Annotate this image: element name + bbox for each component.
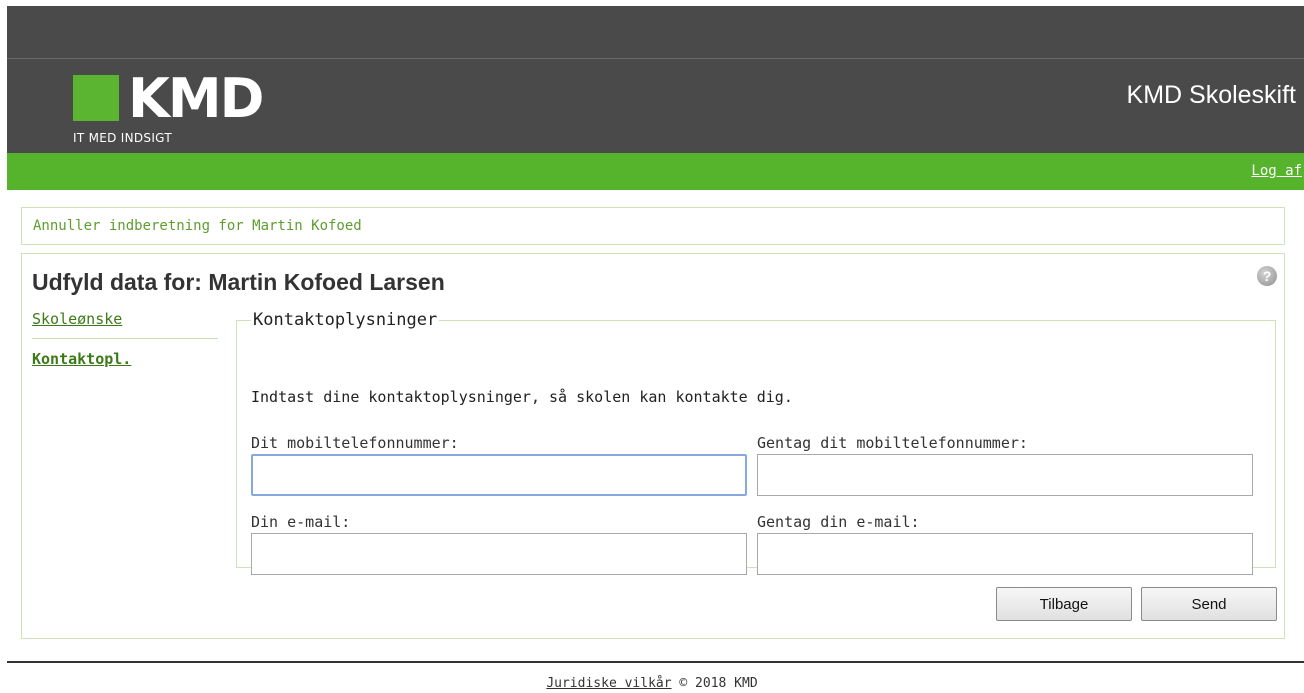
- cancel-report-link[interactable]: Annuller indberetning for Martin Kofoed: [33, 218, 362, 234]
- logo-tagline: IT MED INDSIGT: [73, 131, 172, 145]
- mobile-field-group: Dit mobiltelefonnummer:: [251, 434, 747, 496]
- copyright-text: © 2018 KMD: [679, 676, 758, 691]
- back-button[interactable]: Tilbage: [996, 587, 1132, 621]
- mobile-repeat-field-group: Gentag dit mobiltelefonnummer:: [757, 434, 1253, 496]
- user-bar: Log af: [7, 153, 1304, 190]
- send-button[interactable]: Send: [1141, 587, 1277, 621]
- main-panel: Udfyld data for: Martin Kofoed Larsen ? …: [21, 253, 1285, 639]
- email-label: Din e-mail:: [251, 513, 351, 531]
- app-title: KMD Skoleskift: [1126, 81, 1296, 109]
- help-icon[interactable]: ?: [1257, 266, 1277, 286]
- logout-link[interactable]: Log af: [1251, 163, 1302, 179]
- email-repeat-label: Gentag din e-mail:: [757, 513, 920, 531]
- logo-text: KMD: [128, 67, 264, 130]
- footer: Juridiske vilkår © 2018 KMD: [0, 676, 1304, 691]
- page-title: Udfyld data for: Martin Kofoed Larsen: [32, 269, 445, 295]
- top-strip: [7, 6, 1304, 58]
- header: KMD IT MED INDSIGT KMD Skoleskift: [7, 58, 1304, 154]
- contact-fieldset: Kontaktoplysninger Indtast dine kontakto…: [236, 310, 1276, 575]
- mobile-repeat-input[interactable]: [757, 454, 1253, 496]
- footer-divider: [7, 661, 1304, 663]
- nav-item-kontaktopl[interactable]: Kontaktopl.: [32, 350, 218, 368]
- contact-legend: Kontaktoplysninger: [253, 310, 438, 330]
- email-input[interactable]: [251, 533, 747, 575]
- mobile-label: Dit mobiltelefonnummer:: [251, 434, 459, 452]
- kmd-logo: KMD IT MED INDSIGT: [73, 67, 283, 150]
- step-nav: Skoleønske Kontaktopl.: [32, 310, 218, 368]
- cancel-panel: Annuller indberetning for Martin Kofoed: [21, 207, 1285, 245]
- legal-terms-link[interactable]: Juridiske vilkår: [546, 676, 671, 691]
- contact-instructions: Indtast dine kontaktoplysninger, så skol…: [251, 388, 793, 406]
- email-field-group: Din e-mail:: [251, 513, 747, 575]
- mobile-input[interactable]: [251, 454, 747, 496]
- email-repeat-input[interactable]: [757, 533, 1253, 575]
- nav-item-skoleonske[interactable]: Skoleønske: [32, 310, 218, 339]
- mobile-repeat-label: Gentag dit mobiltelefonnummer:: [757, 434, 1028, 452]
- logo-square: [73, 75, 119, 121]
- email-repeat-field-group: Gentag din e-mail:: [757, 513, 1253, 575]
